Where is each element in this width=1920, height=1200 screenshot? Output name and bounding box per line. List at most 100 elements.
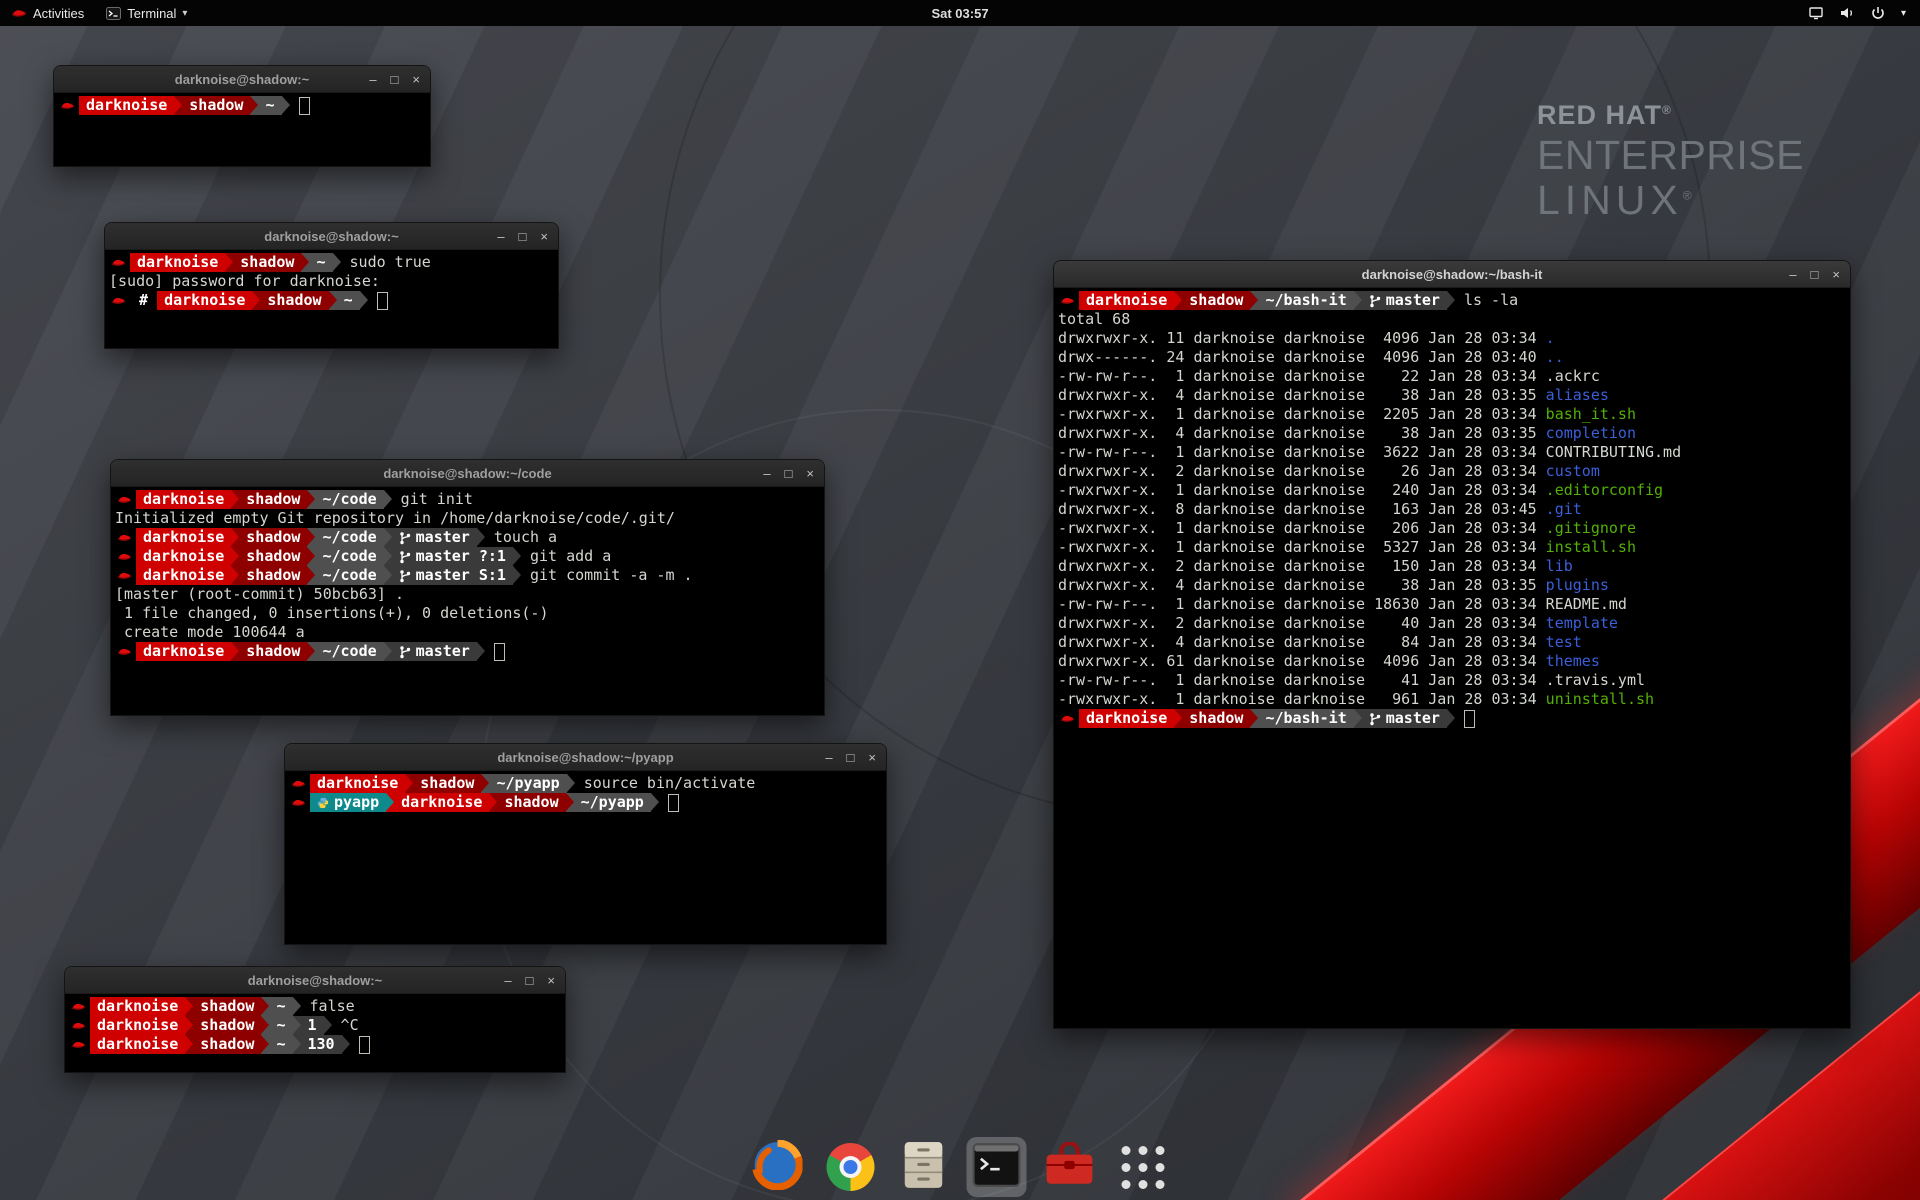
terminal-text: [master (root-commit) 50bcb63] . [115, 585, 404, 604]
minimize-button[interactable]: – [825, 751, 832, 764]
terminal-line: -rwxrwxr-x. 1 darknoise darknoise 240 Ja… [1058, 481, 1850, 500]
titlebar[interactable]: darknoise@shadow:~/pyapp – □ × [285, 744, 886, 771]
host-segment: shadow [193, 1035, 261, 1054]
titlebar[interactable]: darknoise@shadow:~/code – □ × [111, 460, 824, 487]
terminal-line: -rwxrwxr-x. 1 darknoise darknoise 961 Ja… [1058, 690, 1850, 709]
terminal-content[interactable]: darknoiseshadow~/bash-itmaster ls -latot… [1054, 288, 1850, 1028]
powerline-separator-shape [513, 547, 521, 565]
terminal-content[interactable]: darknoiseshadow~ [54, 93, 430, 166]
terminal-cursor [1464, 710, 1475, 728]
terminal-text: git commit -a -m . [521, 566, 693, 585]
terminal-text: -rwxrwxr-x. 1 darknoise darknoise 2205 J… [1058, 405, 1546, 424]
titlebar[interactable]: darknoise@shadow:~ – □ × [54, 66, 430, 93]
minimize-button[interactable]: – [504, 974, 511, 987]
terminal-line: darknoiseshadow~ [58, 96, 430, 115]
maximize-button[interactable]: □ [847, 751, 855, 764]
close-button[interactable]: × [868, 751, 876, 764]
minimize-button[interactable]: – [1789, 268, 1796, 281]
terminal-line: # darknoiseshadow~ [109, 291, 558, 310]
titlebar[interactable]: darknoise@shadow:~ – □ × [65, 967, 565, 994]
powerline-separator-shape [293, 1016, 301, 1034]
activities-button[interactable]: Activities [0, 0, 95, 26]
powerline-separator-shape [513, 566, 521, 584]
terminal-window-5[interactable]: darknoise@shadow:~ – □ × darknoiseshadow… [64, 966, 566, 1073]
powerline-separator-shape [261, 997, 269, 1015]
close-button[interactable]: × [547, 974, 555, 987]
chevron-down-icon: ▾ [1901, 8, 1906, 19]
powerline-separator-shape [1174, 291, 1182, 309]
powerline-separator [307, 566, 315, 585]
clock[interactable]: Sat 03:57 [931, 6, 988, 21]
dock-show-apps[interactable] [1113, 1137, 1173, 1197]
app-menu-terminal[interactable]: Terminal ▾ [95, 0, 198, 26]
powerline-separator-shape [185, 1035, 193, 1053]
path-segment: ~/code [315, 528, 383, 547]
powerline-separator [185, 997, 193, 1016]
system-menu[interactable]: ▾ [1808, 0, 1920, 26]
terminal-cursor [377, 292, 388, 310]
terminal-content[interactable]: darknoiseshadow~/pyapp source bin/activa… [285, 771, 886, 944]
dock-chrome[interactable] [821, 1137, 881, 1197]
terminal-text: Initialized empty Git repository in /hom… [115, 509, 675, 528]
maximize-button[interactable]: □ [391, 73, 399, 86]
titlebar[interactable]: darknoise@shadow:~ – □ × [105, 223, 558, 250]
powerline-separator-shape [405, 774, 413, 792]
minimize-button[interactable]: – [497, 230, 504, 243]
close-button[interactable]: × [540, 230, 548, 243]
maximize-button[interactable]: □ [519, 230, 527, 243]
maximize-button[interactable]: □ [526, 974, 534, 987]
terminal-text: template [1546, 614, 1618, 633]
terminal-text: drwxrwxr-x. 2 darknoise darknoise 40 Jan… [1058, 614, 1546, 633]
show-apps-icon [1121, 1146, 1164, 1189]
terminal-window-6[interactable]: darknoise@shadow:~/bash-it – □ × darknoi… [1053, 260, 1851, 1029]
user-segment: darknoise [136, 547, 231, 566]
powerline-separator [231, 528, 239, 547]
minimize-button[interactable]: – [369, 73, 376, 86]
host-segment: shadow [239, 566, 307, 585]
close-button[interactable]: × [412, 73, 420, 86]
terminal-window-3[interactable]: darknoise@shadow:~/code – □ × darknoise s… [110, 459, 825, 716]
powerline-separator-shape [360, 291, 368, 309]
terminal-text: custom [1546, 462, 1600, 481]
terminal-window-2[interactable]: darknoise@shadow:~ – □ × darknoiseshadow… [104, 222, 559, 349]
path-segment: ~/code [315, 566, 383, 585]
terminal-window-1[interactable]: darknoise@shadow:~ – □ × darknoiseshadow… [53, 65, 431, 167]
terminal-text: -rw-rw-r--. 1 darknoise darknoise 18630 … [1058, 595, 1627, 614]
powerline-separator [185, 1016, 193, 1035]
terminal-text [1455, 709, 1464, 728]
powerline-separator-shape [252, 291, 260, 309]
terminal-line: create mode 100644 a [115, 623, 824, 642]
powerline-separator [566, 793, 574, 812]
terminal-content[interactable]: darknoiseshadow~/code git initInitialize… [111, 487, 824, 715]
terminal-line: -rwxrwxr-x. 1 darknoise darknoise 206 Ja… [1058, 519, 1850, 538]
git-segment: master [1362, 291, 1447, 310]
terminal-content[interactable]: darknoiseshadow~ sudo true[sudo] passwor… [105, 250, 558, 348]
close-button[interactable]: × [1832, 268, 1840, 281]
minimize-button[interactable]: – [763, 467, 770, 480]
maximize-button[interactable]: □ [1811, 268, 1819, 281]
terminal-text: themes [1546, 652, 1600, 671]
powerline-separator-shape [567, 774, 575, 792]
redhat-prompt-icon [115, 490, 136, 509]
titlebar[interactable]: darknoise@shadow:~/bash-it – □ × [1054, 261, 1850, 288]
powerline-separator-shape [1250, 291, 1258, 309]
close-button[interactable]: × [806, 467, 814, 480]
dock-firefox[interactable] [748, 1137, 808, 1197]
terminal-window-4[interactable]: darknoise@shadow:~/pyapp – □ × darknoise… [284, 743, 887, 945]
powerline-separator-shape [307, 528, 315, 546]
powerline-separator-shape [329, 291, 337, 309]
terminal-line: -rw-rw-r--. 1 darknoise darknoise 3622 J… [1058, 443, 1850, 462]
terminal-content[interactable]: darknoiseshadow~ falsedarknoiseshadow~1 … [65, 994, 565, 1072]
terminal-icon [106, 7, 121, 20]
dock-files[interactable] [894, 1137, 954, 1197]
terminal-line: -rw-rw-r--. 1 darknoise darknoise 18630 … [1058, 595, 1850, 614]
powerline-separator [329, 291, 337, 310]
terminal-text: drwxrwxr-x. 61 darknoise darknoise 4096 … [1058, 652, 1546, 671]
maximize-button[interactable]: □ [785, 467, 793, 480]
redhat-prompt-icon [115, 566, 136, 585]
host-segment: shadow [1182, 709, 1250, 728]
redhat-prompt-icon [1058, 709, 1079, 728]
dock-terminal[interactable] [967, 1137, 1027, 1197]
dock-toolbox[interactable] [1040, 1137, 1100, 1197]
terminal-line: [sudo] password for darknoise: [109, 272, 558, 291]
